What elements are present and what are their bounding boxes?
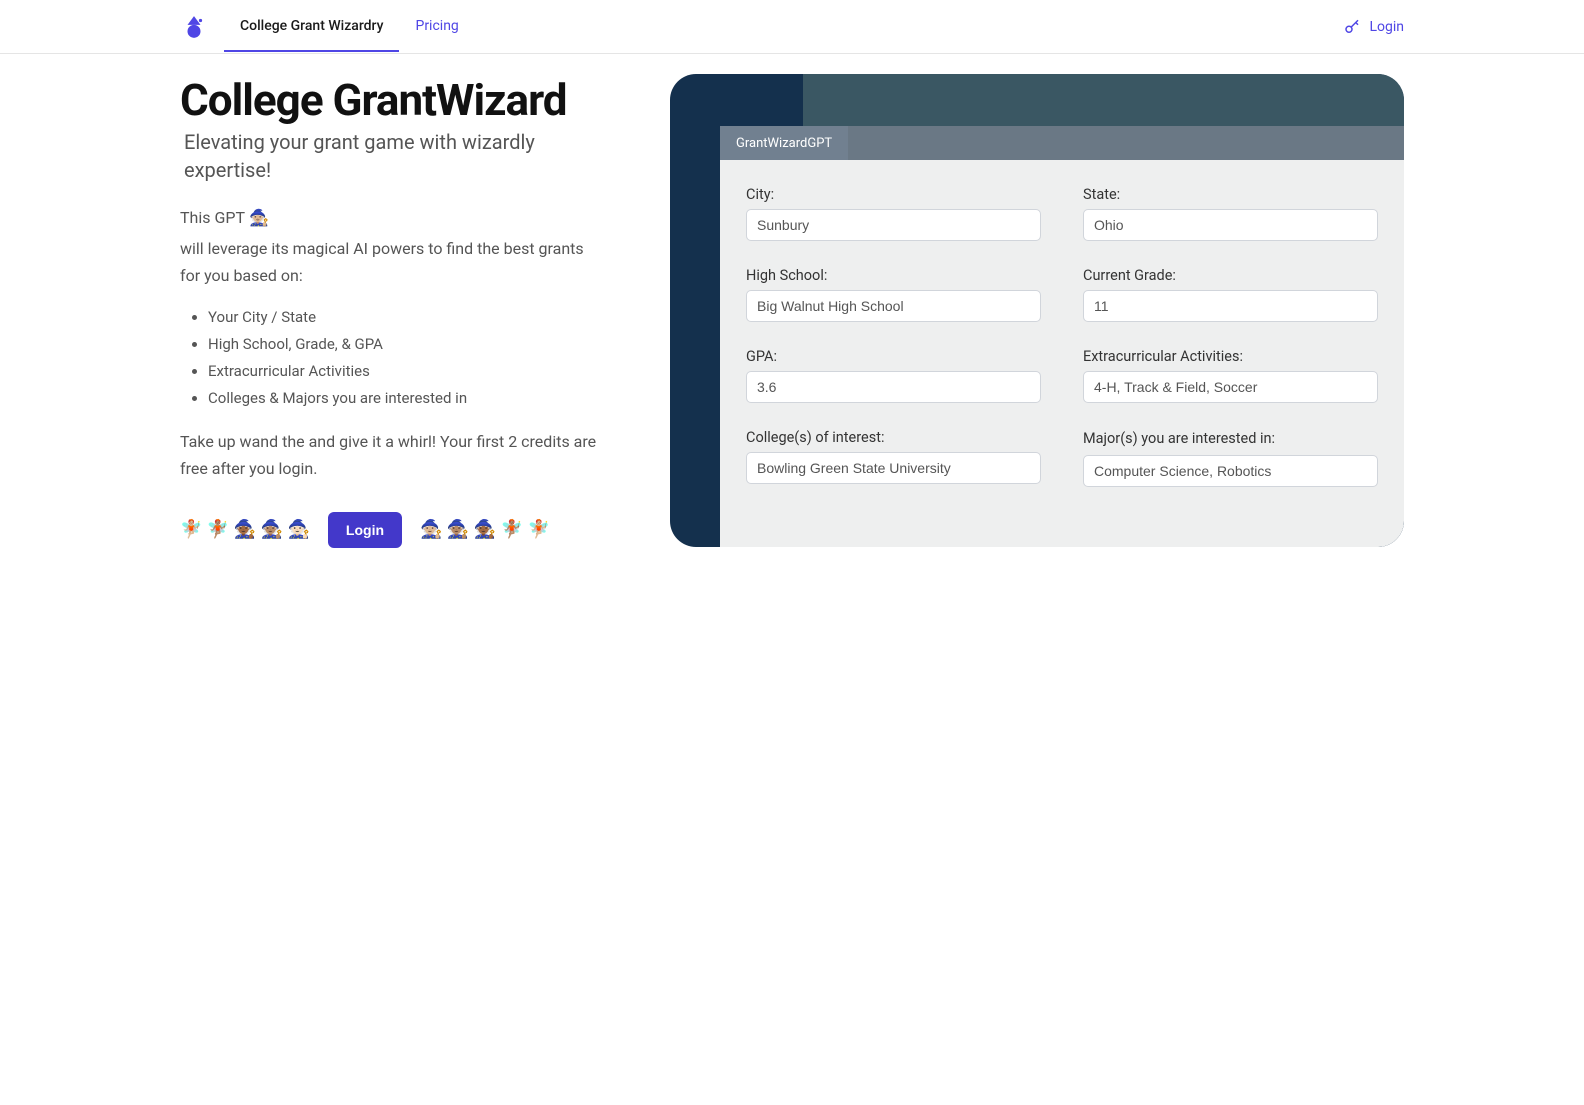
page-title: College GrantWizard (180, 74, 600, 126)
desc-post: will leverage its magical AI powers to f… (180, 235, 600, 289)
page-subtitle: Elevating your grant game with wizardly … (180, 128, 600, 184)
login-link-label: Login (1369, 19, 1404, 35)
card-body: City: State: High School: Current Grade: (720, 160, 1404, 547)
preview-panel: GrantWizardGPT City: State: High School: (670, 74, 1404, 548)
gpa-label: GPA: (746, 348, 1041, 365)
grade-input[interactable] (1083, 290, 1378, 322)
field-state: State: (1083, 186, 1378, 241)
card-outer: GrantWizardGPT City: State: High School: (670, 74, 1404, 547)
gpa-input[interactable] (746, 371, 1041, 403)
form-grid: City: State: High School: Current Grade: (746, 186, 1378, 487)
login-button[interactable]: Login (328, 512, 402, 548)
activities-input[interactable] (1083, 371, 1378, 403)
key-icon (1343, 18, 1361, 36)
highschool-input[interactable] (746, 290, 1041, 322)
field-activities: Extracurricular Activities: (1083, 348, 1378, 403)
list-item: Your City / State (208, 304, 600, 331)
emojis-right: 🧙🏼 🧙🏽 🧙🏾 🧚🏽 🧚🏼 (420, 519, 550, 540)
highschool-label: High School: (746, 267, 1041, 284)
card-top-accent (803, 74, 1404, 126)
majors-label: Major(s) you are interested in: (1083, 429, 1378, 449)
state-label: State: (1083, 186, 1378, 203)
emoji-row: 🧚🏼 🧚🏽 🧙🏾 🧙🏽 🧙🏻 Login 🧙🏼 🧙🏽 🧙🏾 🧚🏽 🧚🏼 (180, 512, 600, 548)
colleges-label: College(s) of interest: (746, 429, 1041, 446)
login-link[interactable]: Login (1343, 18, 1404, 36)
grade-label: Current Grade: (1083, 267, 1378, 284)
cta-text: Take up wand the and give it a whirl! Yo… (180, 428, 600, 482)
city-input[interactable] (746, 209, 1041, 241)
list-item: Colleges & Majors you are interested in (208, 385, 600, 412)
field-gpa: GPA: (746, 348, 1041, 403)
field-highschool: High School: (746, 267, 1041, 322)
top-nav: College Grant Wizardry Pricing Login (0, 0, 1584, 54)
wizard-emoji-icon: 🧙🏼 (249, 204, 269, 231)
card-tab-bar: GrantWizardGPT (720, 126, 1404, 160)
city-label: City: (746, 186, 1041, 203)
hero-section: College GrantWizard Elevating your grant… (180, 74, 600, 548)
wizard-logo-icon[interactable] (180, 13, 208, 41)
tab-pricing[interactable]: Pricing (399, 2, 474, 52)
field-colleges: College(s) of interest: (746, 429, 1041, 487)
feature-list: Your City / State High School, Grade, & … (180, 304, 600, 412)
colleges-input[interactable] (746, 452, 1041, 484)
nav-tabs: College Grant Wizardry Pricing (224, 2, 475, 52)
hero-description: This GPT 🧙🏼 will leverage its magical AI… (180, 204, 600, 290)
activities-label: Extracurricular Activities: (1083, 348, 1378, 365)
state-input[interactable] (1083, 209, 1378, 241)
majors-input[interactable] (1083, 455, 1378, 487)
card-tab[interactable]: GrantWizardGPT (720, 126, 848, 160)
main-content: College GrantWizard Elevating your grant… (0, 54, 1584, 568)
desc-pre: This GPT (180, 204, 245, 231)
tab-wizardry[interactable]: College Grant Wizardry (224, 2, 399, 52)
list-item: Extracurricular Activities (208, 358, 600, 385)
nav-left: College Grant Wizardry Pricing (180, 2, 475, 52)
field-grade: Current Grade: (1083, 267, 1378, 322)
list-item: High School, Grade, & GPA (208, 331, 600, 358)
emojis-left: 🧚🏼 🧚🏽 🧙🏾 🧙🏽 🧙🏻 (180, 519, 310, 540)
field-majors: Major(s) you are interested in: (1083, 429, 1378, 487)
field-city: City: (746, 186, 1041, 241)
